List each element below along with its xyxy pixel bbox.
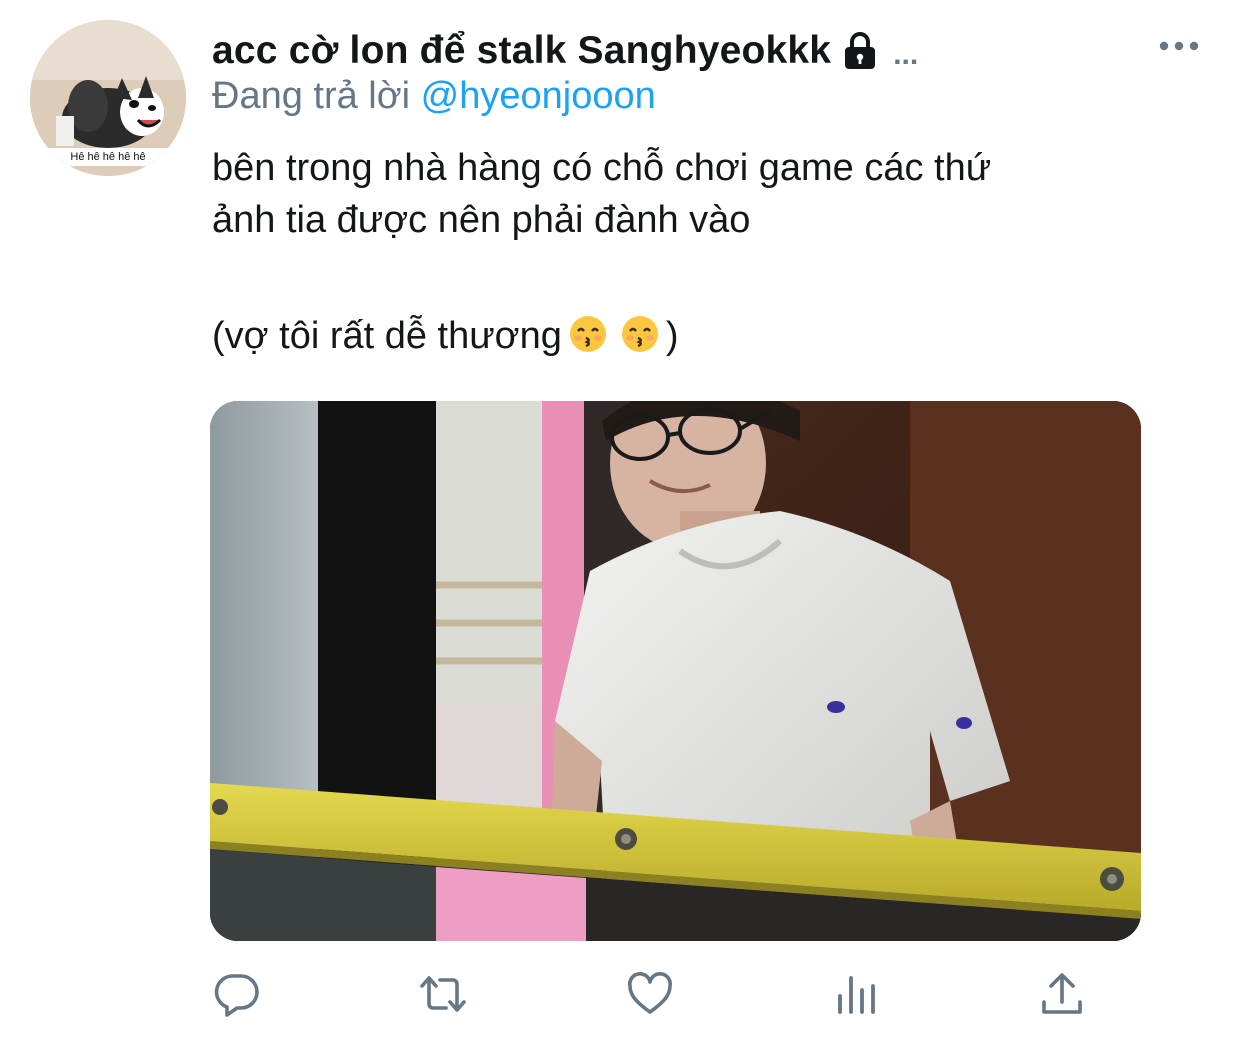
- analytics-icon: [838, 976, 875, 1014]
- tweet-actions: [0, 960, 1242, 1030]
- share-icon: [1042, 973, 1082, 1014]
- tweet-text: bên trong nhà hàng có chỗ chơi game các …: [212, 142, 1212, 362]
- replying-to: Đang trả lời @hyeonjooon: [212, 75, 656, 118]
- avatar-caption: Hê hê hê hê hê: [30, 148, 186, 166]
- tweet-line-1: bên trong nhà hàng có chỗ chơi game các …: [212, 147, 992, 189]
- avatar[interactable]: Hê hê hê hê hê: [30, 20, 186, 176]
- share-button[interactable]: [1036, 968, 1088, 1020]
- tweet-line-3-close: ): [665, 315, 679, 357]
- reply-icon: [214, 974, 259, 1017]
- like-button[interactable]: [624, 968, 676, 1020]
- tweet-photo[interactable]: [210, 401, 1141, 941]
- name-overflow-ellipsis: ...: [893, 38, 919, 71]
- retweet-icon: [420, 976, 466, 1012]
- tweet: Hê hê hê hê hê acc cờ lon để stalk Sangh…: [0, 0, 1242, 1041]
- tweet-line-3: (vợ tôi rất dễ thương): [212, 310, 1212, 362]
- more-icon[interactable]: [1158, 34, 1200, 58]
- reply-button[interactable]: [211, 968, 263, 1020]
- photo-image: [210, 401, 1141, 941]
- tweet-line-3-text: (vợ tôi rất dễ thương: [212, 315, 562, 357]
- replying-to-label: Đang trả lời: [212, 75, 411, 117]
- author-row: acc cờ lon để stalk Sanghyeokkk ...: [212, 24, 918, 78]
- lock-icon: [843, 31, 877, 71]
- tweet-line-2: ảnh tia được nên phải đành vào: [212, 199, 751, 241]
- analytics-button[interactable]: [830, 968, 882, 1020]
- heart-icon: [628, 972, 672, 1014]
- retweet-button[interactable]: [417, 968, 469, 1020]
- display-name[interactable]: acc cờ lon để stalk Sanghyeokkk: [212, 29, 831, 73]
- reply-handle-link[interactable]: @hyeonjooon: [421, 75, 656, 117]
- kissing-face-emoji-icon: [568, 314, 608, 354]
- kissing-face-emoji-icon: [620, 314, 660, 354]
